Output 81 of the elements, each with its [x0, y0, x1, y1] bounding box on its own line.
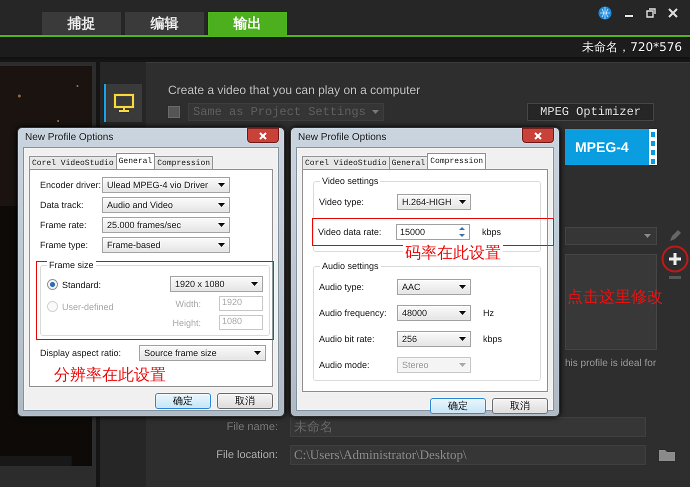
field-label: Display aspect ratio:	[40, 348, 122, 358]
caret-icon	[459, 363, 466, 367]
field-label: Width:	[175, 298, 201, 308]
close-icon	[258, 132, 268, 140]
close-icon	[533, 132, 543, 140]
caret-icon	[218, 203, 225, 207]
dialog-tab[interactable]: Compression	[427, 153, 486, 169]
group-label: Frame size	[47, 260, 96, 270]
annotation-text: 分辨率在此设置	[54, 365, 167, 386]
dropdown[interactable]: AAC	[397, 279, 471, 295]
dropdown[interactable]: Ulead MPEG-4 vio Driver	[102, 177, 230, 193]
computer-output-tab[interactable]	[104, 84, 142, 122]
checkbox[interactable]	[168, 106, 180, 118]
file-name-label: File name:	[226, 421, 278, 433]
film-strip-icon	[649, 129, 657, 165]
dialog-button[interactable]: 确定	[155, 393, 211, 409]
field-label: Video data rate:	[318, 227, 382, 237]
caret-icon	[644, 234, 651, 238]
field-label: Audio mode:	[319, 360, 371, 370]
caret-icon	[459, 311, 466, 315]
dropdown[interactable]: 25.000 frames/sec	[102, 217, 230, 233]
dropdown[interactable]: H.264-HIGH	[397, 194, 471, 210]
output-description: Create a video that you can play on a computer	[168, 83, 422, 97]
field-label: Height:	[172, 318, 201, 328]
field-label: Video type:	[319, 197, 365, 207]
spinner-arrows-icon[interactable]	[457, 225, 467, 239]
field-label: Frame rate:	[40, 220, 88, 230]
dialog-title: New Profile Options	[25, 132, 114, 143]
dialog-button[interactable]: 确定	[430, 398, 486, 414]
dialog-button[interactable]: 取消	[217, 393, 273, 409]
dropdown[interactable]: 48000	[397, 305, 471, 321]
field-label: Audio frequency:	[319, 308, 388, 318]
mpeg-optimizer-button[interactable]: MPEG Optimizer	[527, 103, 654, 121]
field-label: Audio type:	[319, 282, 366, 292]
annotation-text: 点击这里修改	[567, 287, 663, 308]
dropdown[interactable]: Source frame size	[139, 345, 266, 361]
close-icon[interactable]	[668, 8, 678, 18]
dropdown[interactable]: 256	[397, 331, 471, 347]
field-label: Encoder driver:	[40, 180, 102, 190]
pencil-icon[interactable]	[668, 229, 682, 243]
caret-icon	[459, 337, 466, 341]
globe-icon[interactable]	[598, 6, 612, 20]
radio-option[interactable]: Standard:	[47, 279, 114, 290]
unit-label: kbps	[483, 334, 502, 344]
add-icon[interactable]	[661, 245, 689, 273]
caret-icon	[372, 110, 379, 114]
caret-icon	[254, 351, 261, 355]
dialog-tab[interactable]: General	[116, 153, 156, 169]
close-button[interactable]	[247, 128, 279, 143]
group-label: Audio settings	[320, 261, 381, 271]
folder-icon[interactable]	[658, 448, 676, 462]
file-location-label: File location:	[215, 449, 278, 461]
unit-label: kbps	[482, 227, 502, 237]
dialog-tab[interactable]: General	[388, 156, 428, 169]
dropdown[interactable]: Frame-based	[102, 237, 230, 253]
restore-icon[interactable]	[646, 8, 656, 18]
caret-icon	[218, 183, 225, 187]
close-button[interactable]	[522, 128, 554, 143]
unit-label: Hz	[483, 308, 494, 318]
dropdown[interactable]: Audio and Video	[102, 197, 230, 213]
group-label: Video settings	[320, 176, 380, 186]
caret-icon	[218, 243, 225, 247]
dialog-tab[interactable]: Corel VideoStudio	[29, 156, 117, 169]
caret-icon	[459, 200, 466, 204]
project-info: 未命名，720*576	[582, 38, 682, 56]
dialog-tab[interactable]: Compression	[154, 156, 214, 169]
app-tab[interactable]: 捕捉	[42, 12, 121, 35]
app-tab[interactable]: 编辑	[125, 12, 204, 35]
dialog-button[interactable]: 取消	[492, 398, 548, 414]
profile-description: his profile is ideal for	[565, 358, 657, 369]
caret-icon	[459, 285, 466, 289]
dialog-tab[interactable]: Corel VideoStudio	[302, 156, 390, 169]
caret-icon	[218, 223, 225, 227]
dropdown[interactable]: 1920 x 1080	[170, 276, 263, 292]
field-label: Frame type:	[40, 240, 90, 250]
dialog-title: New Profile Options	[298, 132, 386, 143]
monitor-icon	[113, 93, 135, 113]
field-label: Data track:	[40, 200, 85, 210]
field-label: Audio bit rate:	[319, 334, 376, 344]
spin-field[interactable]: 15000	[396, 224, 470, 240]
caret-icon	[251, 282, 258, 286]
